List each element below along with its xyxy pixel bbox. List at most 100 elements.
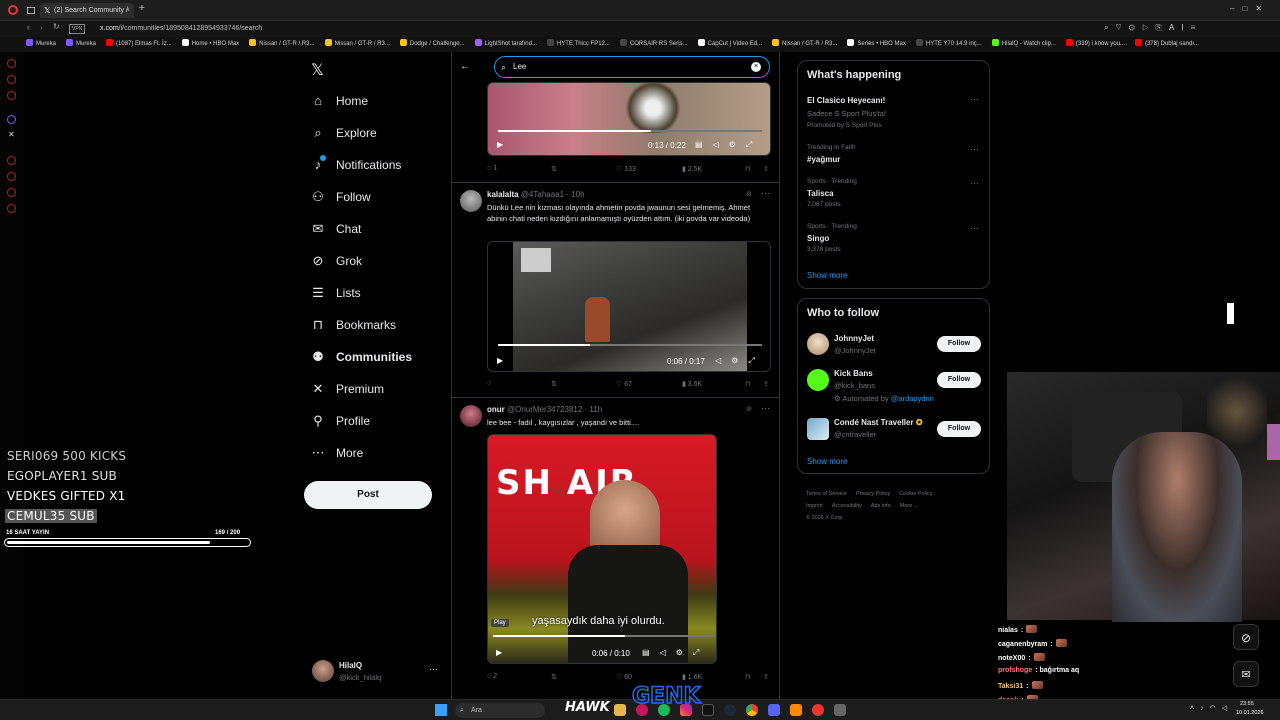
share-icon[interactable]: ⇪ (763, 673, 769, 681)
bookmark-item[interactable]: LightShot tarafınd... (474, 37, 537, 52)
bookmark-item[interactable]: HYTE Thicc FP12... (546, 37, 610, 52)
reload-icon[interactable]: ↻ (53, 22, 60, 31)
instagram-icon[interactable] (680, 704, 692, 716)
taskbar-search[interactable]: ⌕ Ara (455, 703, 545, 718)
clock-time[interactable]: 23:55 (1240, 701, 1254, 707)
post-avatar[interactable] (460, 405, 482, 427)
automated-by-link[interactable]: @ardapydnn (891, 394, 934, 403)
trend-title[interactable]: El Clasico Heyecanı! (807, 96, 885, 105)
trend-title[interactable]: #yağmur (807, 155, 840, 164)
settings-icon[interactable]: ⚙ (729, 140, 746, 149)
trend-title[interactable]: Talisca (807, 189, 834, 198)
community-search-input[interactable]: ⌕ Lee × (494, 56, 770, 78)
views-icon[interactable]: ▮ 1.6K (682, 673, 702, 681)
reply-icon[interactable]: ○ (487, 380, 491, 387)
steam-icon[interactable] (724, 704, 736, 716)
bookmark-page-icon[interactable]: ♡ (1115, 23, 1128, 32)
fullscreen-icon[interactable]: ⤢ (748, 356, 764, 365)
like-icon[interactable]: ♡ 133 (616, 165, 636, 173)
user-avatar[interactable] (807, 333, 829, 355)
browser-menu-icon[interactable] (8, 5, 18, 15)
bookmark-item[interactable]: (1087) Elmas Ft. İz... (106, 37, 172, 52)
maximize-icon[interactable]: □ (1242, 4, 1255, 13)
close-window-icon[interactable]: ✕ (1255, 4, 1270, 13)
volume-icon[interactable]: ◁ (713, 140, 729, 149)
play-icon[interactable]: ▶ (497, 140, 503, 149)
sidebar-app-icon[interactable] (7, 188, 16, 197)
chrome-icon[interactable] (746, 704, 758, 716)
tab-close-icon[interactable]: × (126, 3, 130, 18)
sidebar-x-icon[interactable]: ✕ (8, 130, 15, 139)
tab-search-community[interactable]: 𝕏 (2) Search Community / X × (40, 3, 134, 29)
mic-icon[interactable]: ♪ (1200, 705, 1210, 712)
chat-username[interactable]: caganenbyram (998, 641, 1047, 648)
follow-button[interactable]: Follow (937, 372, 981, 388)
sidebar-app-icon[interactable] (7, 115, 16, 124)
spotify-icon[interactable] (658, 704, 670, 716)
chat-messages-icon[interactable]: ✉ (1233, 661, 1259, 687)
bookmark-item[interactable]: (378) Dublaj sandı... (1134, 37, 1199, 52)
sidebar-app-icon[interactable] (7, 204, 16, 213)
post-more-icon[interactable]: ⋯ (761, 188, 770, 199)
sidebar-app-icon[interactable] (7, 156, 16, 165)
views-icon[interactable]: ▮ 2.5K (682, 165, 702, 173)
follow-button[interactable]: Follow (937, 421, 981, 437)
discord-icon[interactable] (768, 704, 780, 716)
grok-icon[interactable]: ⊘ (746, 405, 752, 413)
app-icon[interactable] (790, 704, 802, 716)
bookmark-item[interactable]: CORSAIR RS Seris... (619, 37, 688, 52)
footer-link[interactable]: Privacy Policy (856, 491, 890, 497)
x-logo-icon[interactable]: 𝕏 (311, 60, 324, 79)
bookmark-item[interactable]: Mureka (26, 37, 56, 52)
sidebar-toggle-icon[interactable] (27, 7, 35, 14)
bookmark-icon[interactable]: ⊓ (745, 380, 750, 388)
volume-icon[interactable]: ◁ (715, 356, 731, 365)
reply-icon[interactable]: ○ 1 (487, 165, 497, 172)
tray-chevron-icon[interactable]: ˄ (1190, 705, 1200, 712)
bookmark-item[interactable]: Mureka (66, 37, 96, 52)
repost-icon[interactable]: ⇅ (551, 380, 557, 388)
zoom-icon[interactable]: ⌕ (1104, 23, 1115, 32)
bookmark-item[interactable]: Nissan / GT-R / R3... (772, 37, 837, 52)
captions-icon[interactable]: ▤ (695, 140, 713, 149)
views-icon[interactable]: ▮ 3.6K (682, 380, 702, 388)
footer-link[interactable]: More ... (900, 503, 919, 509)
settings-icon[interactable]: ≡ (1191, 23, 1203, 32)
user-avatar[interactable] (807, 418, 829, 440)
chat-username[interactable]: profshoge (998, 667, 1032, 674)
bookmark-item[interactable]: HilalQ - Watch clip... (991, 37, 1056, 52)
sidebar-app-icon[interactable] (7, 91, 16, 100)
bookmark-item[interactable]: Dodge / Challenge... (399, 37, 465, 52)
trend-more-icon[interactable]: ⋯ (970, 178, 979, 189)
captions-icon[interactable]: ▤ (642, 648, 660, 657)
post-author[interactable]: onur @OnurMer34723812 · 11h (487, 405, 602, 414)
bookmark-icon[interactable]: ⊓ (745, 673, 750, 681)
minimize-icon[interactable]: – (1230, 4, 1242, 13)
clear-search-icon[interactable]: × (751, 62, 761, 72)
chat-username[interactable]: noteX00 (998, 655, 1025, 662)
back-arrow-icon[interactable]: ← (460, 61, 470, 72)
volume-icon[interactable]: ◁ (1222, 705, 1233, 712)
play-icon[interactable]: ▶ (497, 356, 503, 365)
grok-icon[interactable]: ⊘ (746, 190, 752, 198)
post-more-icon[interactable]: ⋯ (761, 403, 770, 414)
vpn-badge[interactable]: VPN (69, 24, 86, 34)
video-scrubber[interactable] (498, 344, 762, 346)
user-avatar[interactable] (807, 369, 829, 391)
post-video[interactable]: SH AIR yaşasaydık daha iyi olurdu. Play … (487, 434, 717, 664)
new-tab-button[interactable]: + (139, 3, 145, 14)
share-icon[interactable]: ⇪ (763, 165, 769, 173)
footer-link[interactable]: Ads info (871, 503, 891, 509)
like-icon[interactable]: ♡ 60 (616, 673, 632, 681)
trend-more-icon[interactable]: ⋯ (970, 94, 979, 105)
post-video[interactable]: ▶ 0:06 / 0:17 ◁⚙⤢ (487, 241, 771, 372)
clock-date[interactable]: 10.01.2026 (1236, 710, 1264, 716)
windows-start-icon[interactable] (435, 704, 447, 716)
tiktok-icon[interactable] (702, 704, 714, 716)
user-name[interactable]: Kick Bans (834, 369, 873, 378)
fullscreen-icon[interactable]: ⤢ (746, 140, 762, 149)
play-icon[interactable]: ▷ (1142, 23, 1155, 32)
repost-icon[interactable]: ⇅ (551, 165, 557, 173)
app-icon[interactable] (834, 704, 846, 716)
share-icon[interactable]: ⎘ (1156, 23, 1169, 32)
